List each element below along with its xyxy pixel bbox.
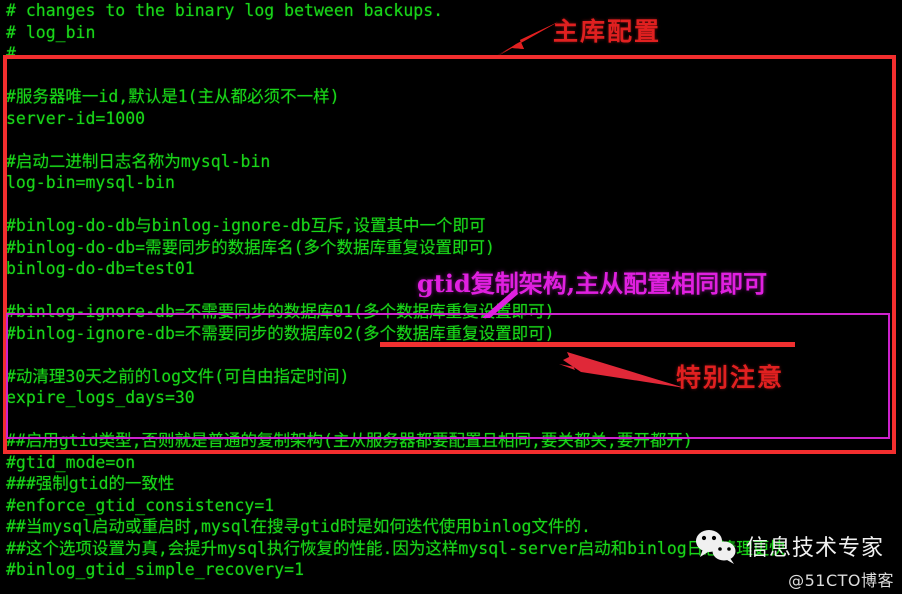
config-line: #binlog-ignore-db=不需要同步的数据库02(多个数据库重复设置即…	[6, 323, 555, 343]
config-line-blank	[6, 194, 902, 216]
config-line: server-id=1000	[6, 108, 146, 128]
gtid-note-underline	[380, 342, 795, 347]
config-line-blank	[6, 129, 902, 151]
annotation-master-config: 主库配置	[553, 17, 662, 46]
config-line: #binlog-do-db与binlog-ignore-db互斥,设置其中一个即…	[6, 216, 486, 235]
config-line: # log_bin	[6, 22, 96, 42]
watermark-title: 信息技术专家	[746, 536, 885, 561]
master-config-arrow-icon	[496, 22, 558, 56]
config-line: #binlog-ignore-db=不需要同步的数据库01(多个数据库重复设置即…	[6, 302, 555, 321]
annotation-special-attention: 特别注意	[676, 363, 785, 392]
config-line: ##启用gtid类型,否则就是普通的复制架构(主从服务器都要配置且相同,要关都关…	[6, 431, 693, 450]
wechat-icon	[696, 530, 736, 564]
terminal-window: # changes to the binary log between back…	[0, 0, 902, 594]
config-line: #enforce_gtid_consistency=1	[6, 495, 275, 515]
config-line-blank	[6, 65, 902, 87]
watermark-subtitle: @51CTO博客	[788, 571, 894, 590]
config-line: # changes to the binary log between back…	[6, 1, 444, 20]
config-line: #binlog-do-db=需要同步的数据库名(多个数据库重复设置即可)	[6, 237, 495, 257]
gtid-annotation-pointer-icon	[482, 288, 518, 318]
config-line: log-bin=mysql-bin	[6, 173, 175, 192]
config-line: #服务器唯一id,默认是1(主从都必须不一样)	[6, 87, 340, 106]
config-line: #	[6, 44, 16, 63]
config-line: ###强制gtid的一致性	[6, 474, 175, 493]
config-line-blank	[6, 409, 902, 431]
watermark: 信息技术专家 @51CTO博客	[694, 528, 894, 590]
config-line: #启动二进制日志名称为mysql-bin	[6, 151, 271, 171]
config-line: #gtid_mode=on	[6, 452, 136, 472]
annotation-gtid-architecture: gtid复制架构,主从配置相同即可	[417, 269, 768, 298]
special-attention-arrow-icon	[559, 352, 685, 388]
